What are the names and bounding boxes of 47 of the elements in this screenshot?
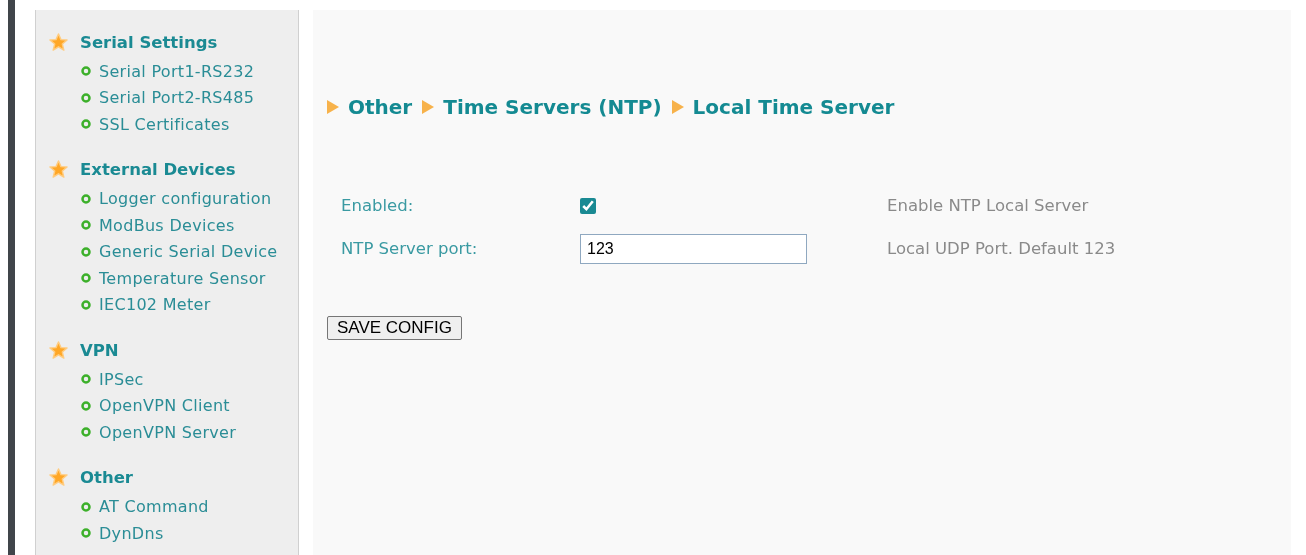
- sidebar-link[interactable]: IEC102 Meter: [99, 295, 211, 315]
- bullet-icon: [81, 273, 91, 284]
- arrow-icon: [422, 100, 435, 114]
- section-heading: Other: [80, 468, 133, 487]
- star-icon: [49, 340, 68, 360]
- star-icon: [49, 32, 68, 52]
- breadcrumb-item: Time Servers (NTP): [443, 95, 662, 119]
- sidebar-link[interactable]: OpenVPN Server: [99, 422, 237, 442]
- bullet-icon: [81, 299, 91, 310]
- field-label: NTP Server port:: [340, 239, 479, 258]
- sidebar-link[interactable]: Logger configuration: [99, 189, 272, 209]
- star-icon: [49, 468, 68, 487]
- section-heading: VPN: [80, 340, 119, 360]
- bullet-icon: [81, 427, 91, 438]
- bullet-icon: [81, 92, 91, 103]
- sidebar-link[interactable]: IPSec: [99, 369, 144, 389]
- arrow-icon: [327, 100, 339, 114]
- sidebar-link[interactable]: Serial Port2-RS485: [99, 88, 255, 108]
- bullet-icon: [81, 246, 91, 257]
- field-label: Enabled:: [340, 196, 415, 215]
- help-text: Local UDP Port. Default 123: [887, 239, 1116, 258]
- save-button[interactable]: SAVE CONFIG: [327, 316, 462, 340]
- bullet-icon: [81, 501, 91, 512]
- sidebar-link[interactable]: OpenVPN Client: [99, 396, 230, 416]
- bullet-icon: [81, 193, 91, 204]
- sidebar-link[interactable]: Temperature Sensor: [99, 268, 266, 288]
- enabled-checkbox[interactable]: [580, 197, 596, 214]
- bullet-icon: [81, 220, 91, 231]
- bullet-icon: [81, 400, 91, 411]
- bullet-icon: [81, 374, 91, 385]
- bullet-icon: [81, 119, 91, 130]
- section-heading: External Devices: [80, 160, 236, 179]
- sidebar-link[interactable]: Generic Serial Device: [99, 242, 278, 262]
- star-icon: [49, 160, 68, 179]
- sidebar-link[interactable]: Serial Port1-RS232: [99, 61, 255, 81]
- section-heading: Serial Settings: [80, 32, 218, 52]
- sidebar-link[interactable]: ModBus Devices: [99, 215, 235, 235]
- sidebar-link[interactable]: DynDns: [99, 523, 164, 543]
- arrow-icon: [671, 100, 684, 114]
- bullet-icon: [81, 528, 91, 539]
- port-field[interactable]: 123: [580, 233, 807, 264]
- sidebar-link[interactable]: SSL Certificates: [99, 114, 230, 134]
- bullet-icon: [81, 66, 91, 77]
- sidebar-link[interactable]: AT Command: [99, 497, 209, 517]
- help-text: Enable NTP Local Server: [887, 196, 1089, 215]
- breadcrumb-item: Local Time Server: [692, 95, 895, 119]
- breadcrumb-item: Other: [348, 95, 413, 119]
